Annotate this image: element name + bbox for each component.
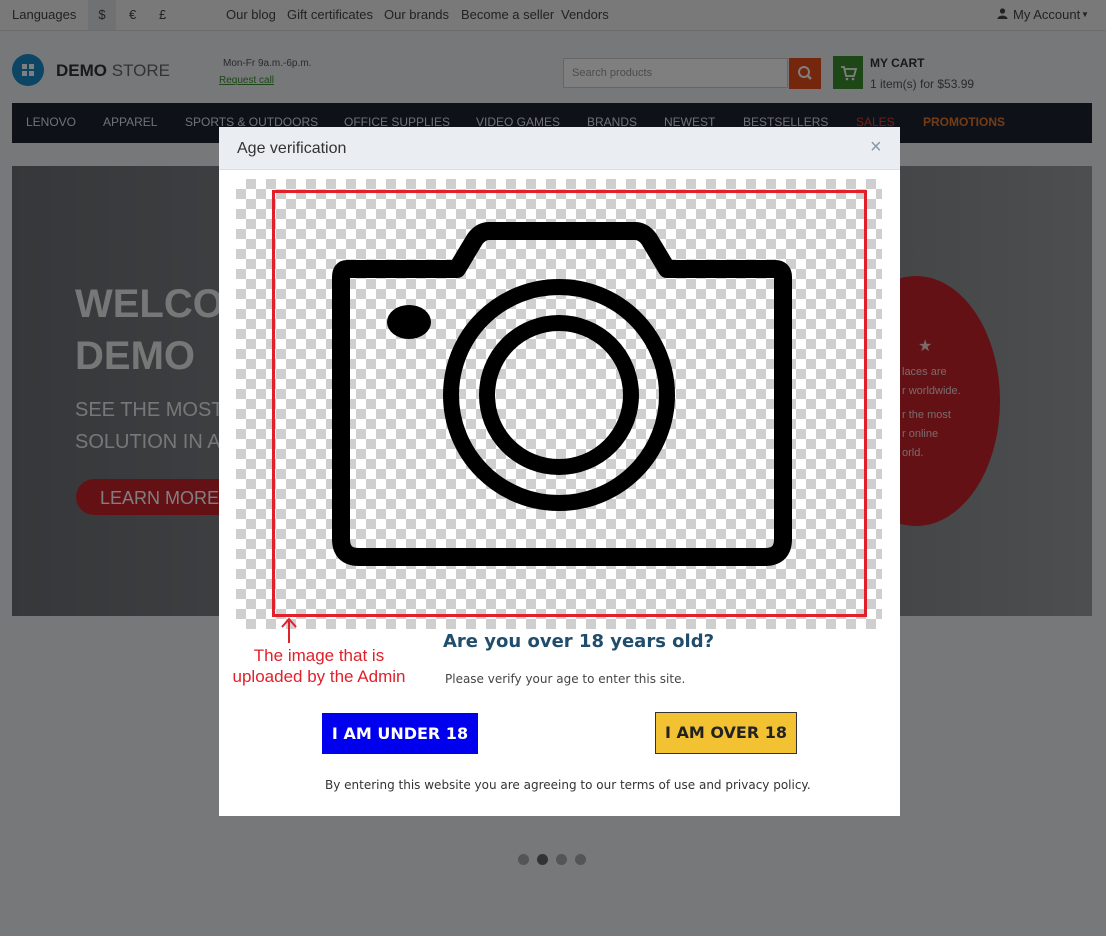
- terms-text: By entering this website you are agreein…: [325, 778, 811, 792]
- annotation-note: The image that is uploaded by the Admin: [219, 645, 419, 687]
- carousel-dot[interactable]: [575, 854, 586, 865]
- annotation-line2: uploaded by the Admin: [232, 667, 406, 686]
- verify-text: Please verify your age to enter this sit…: [445, 672, 686, 686]
- modal-title: Age verification: [237, 140, 347, 157]
- over-18-button[interactable]: I AM OVER 18: [655, 712, 797, 754]
- carousel-dot-active[interactable]: [537, 854, 548, 865]
- age-verification-modal: Age verification × The image that is upl…: [219, 127, 900, 816]
- arrow-up-icon: [281, 617, 297, 643]
- modal-header: Age verification ×: [219, 127, 900, 170]
- under-18-button[interactable]: I AM UNDER 18: [322, 713, 478, 754]
- camera-icon: [332, 222, 792, 566]
- age-question: Are you over 18 years old?: [443, 631, 715, 652]
- carousel-dot[interactable]: [556, 854, 567, 865]
- carousel-dot[interactable]: [518, 854, 529, 865]
- annotation-line1: The image that is: [253, 646, 385, 665]
- close-icon[interactable]: ×: [870, 136, 882, 159]
